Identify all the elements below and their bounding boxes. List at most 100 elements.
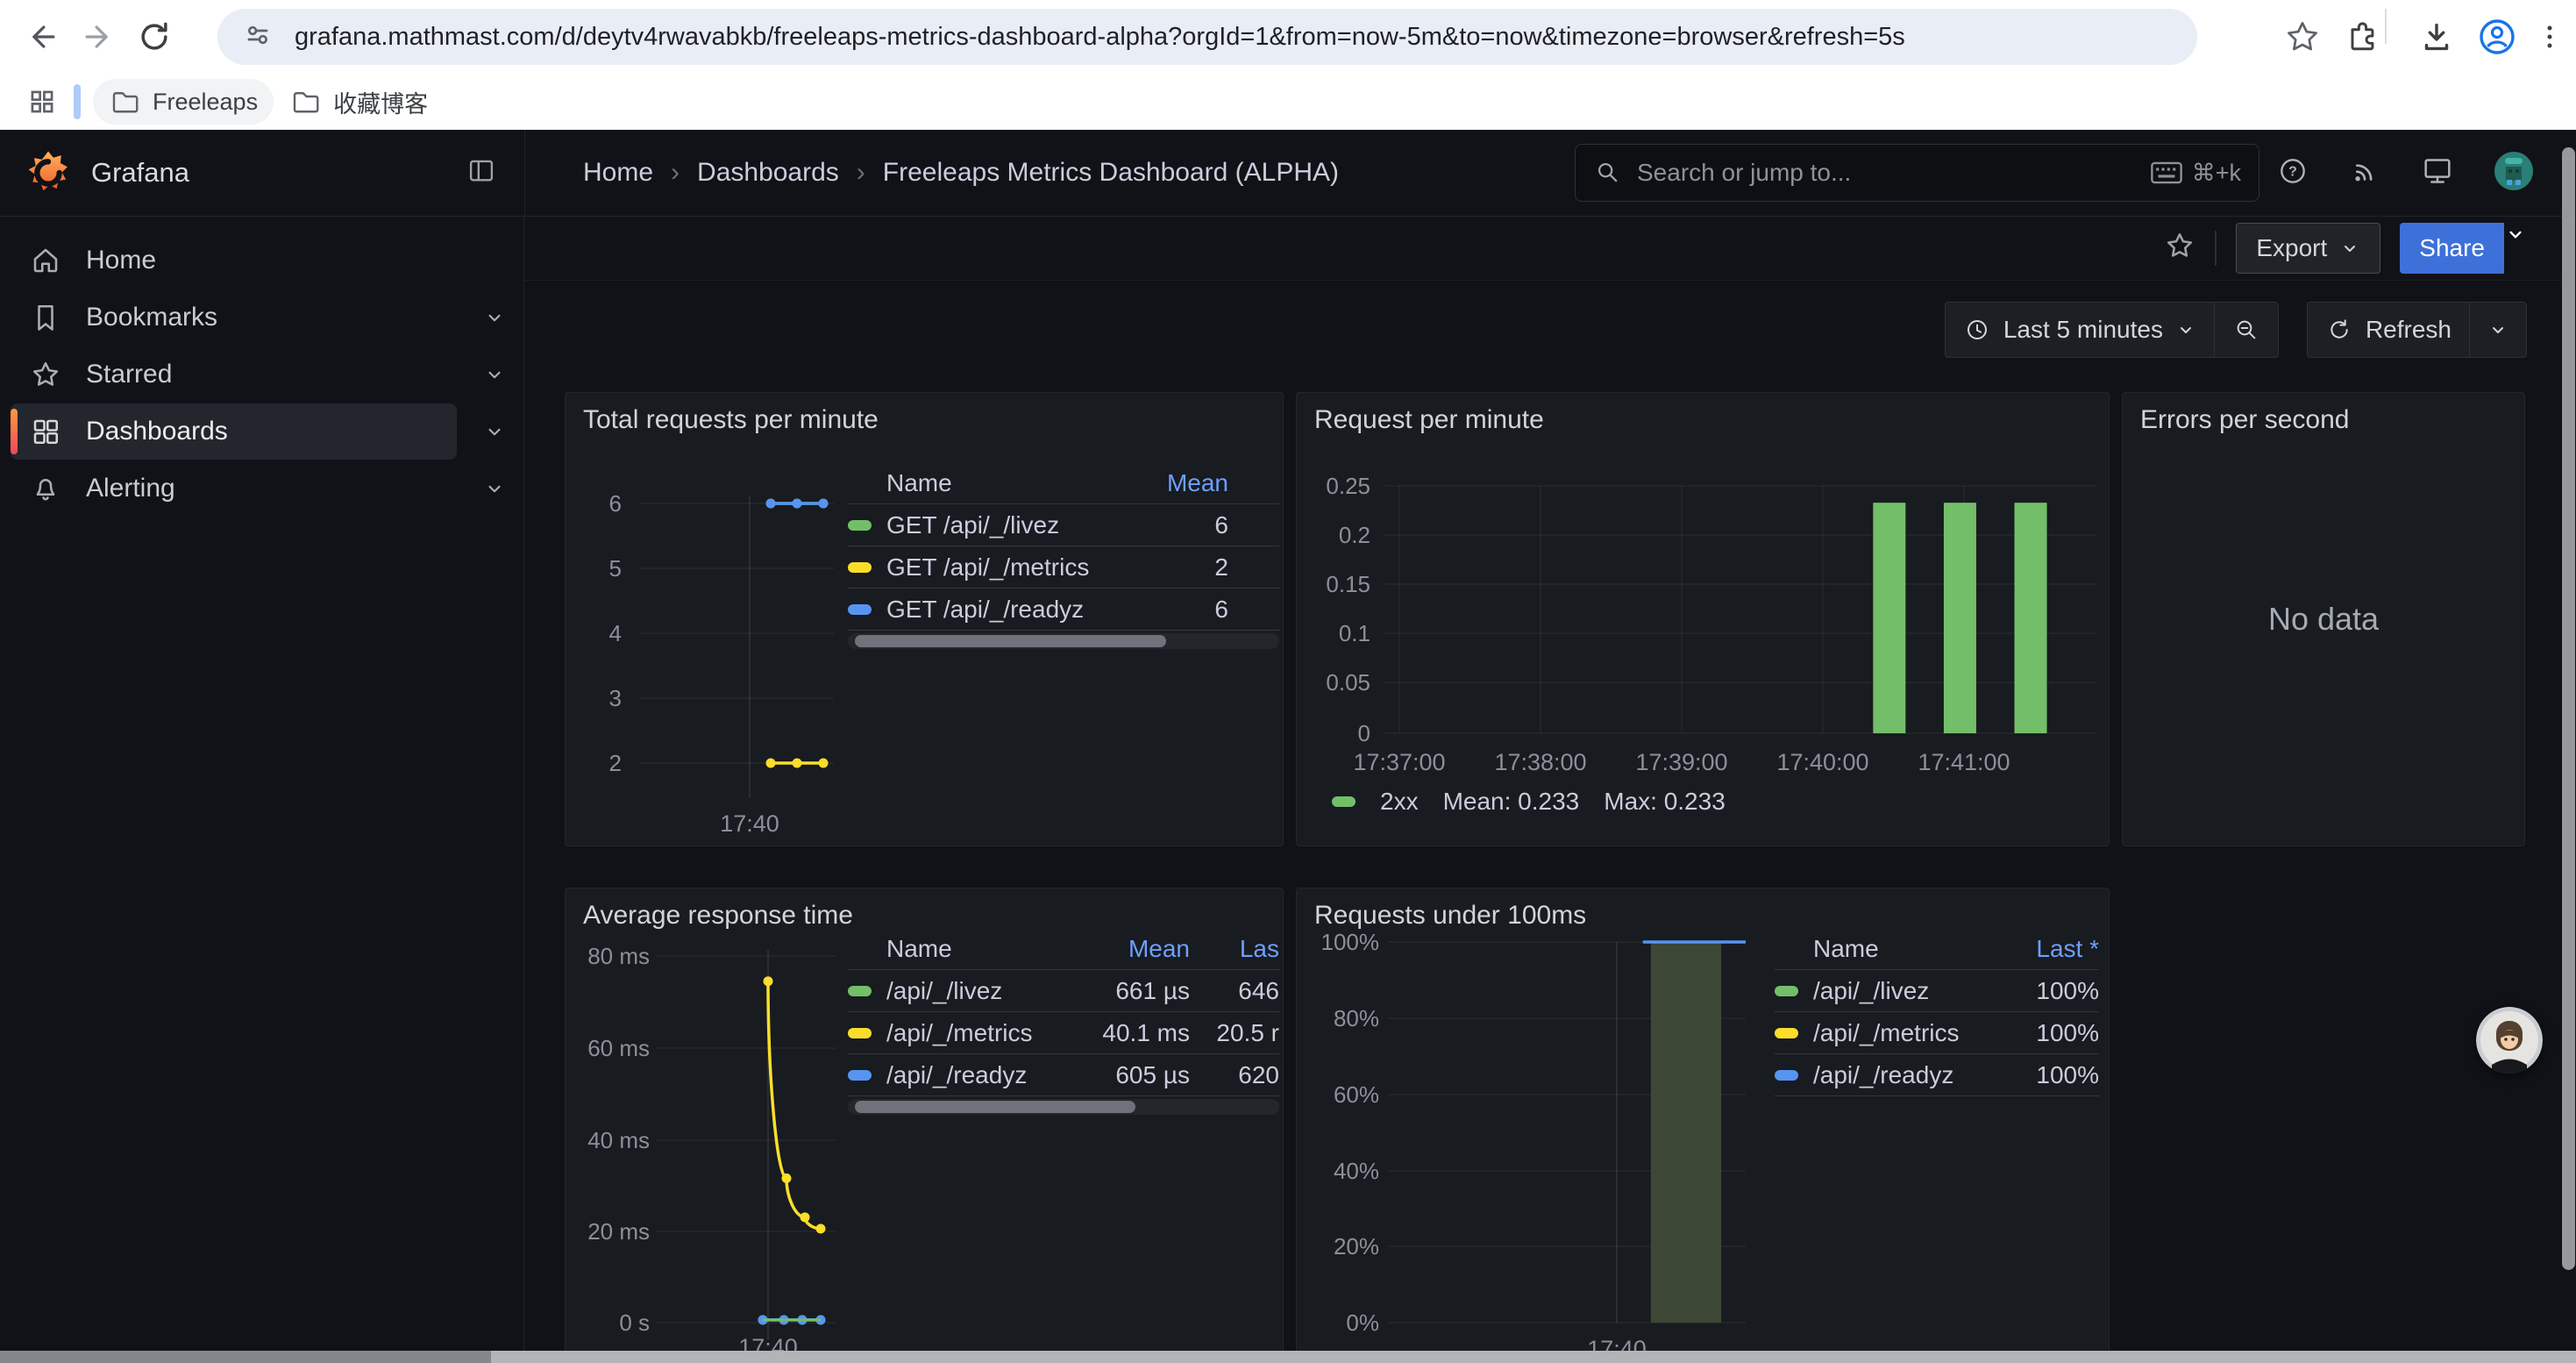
clock-icon xyxy=(1963,316,1991,344)
downloads-icon[interactable] xyxy=(2416,9,2457,65)
extensions-icon[interactable] xyxy=(2343,9,2381,65)
cell-value: 661 µs xyxy=(1062,977,1190,1005)
chevron-down-icon[interactable] xyxy=(466,477,523,500)
site-info-icon[interactable] xyxy=(240,18,275,57)
x-tick-label: 17:41:00 xyxy=(1918,749,2010,775)
refresh-interval-button[interactable] xyxy=(2469,303,2526,357)
cell-value: 100% xyxy=(1994,1061,2099,1089)
bookmark-folder-freeleaps[interactable]: Freeleaps xyxy=(93,79,274,125)
bookmark-folder-blogs[interactable]: 收藏博客 xyxy=(274,79,444,125)
column-header[interactable]: Mean xyxy=(1062,935,1190,963)
bookmark-star-icon[interactable] xyxy=(2283,9,2322,65)
favorite-star-icon[interactable] xyxy=(2164,230,2195,266)
table-row[interactable]: /api/_/readyz605 µs620 xyxy=(848,1054,1279,1096)
chevron-down-icon[interactable] xyxy=(466,306,523,329)
sidebar-item-dashboards[interactable]: Dashboards xyxy=(0,403,523,460)
table-row[interactable]: /api/_/livez100% xyxy=(1775,970,2099,1012)
column-header-name[interactable]: Name xyxy=(886,469,1097,497)
monitor-icon[interactable] xyxy=(2420,153,2455,193)
horizontal-scrollbar[interactable] xyxy=(0,1351,2576,1363)
x-tick-label: 17:37:00 xyxy=(1353,749,1445,775)
request-per-minute-chart[interactable]: 0.250.20.150.10.05017:37:0017:38:0017:39… xyxy=(1297,393,2110,846)
sidebar-item-label: Home xyxy=(86,246,156,275)
table-scrollbar[interactable] xyxy=(848,633,1279,649)
table-row[interactable]: /api/_/metrics100% xyxy=(1775,1012,2099,1054)
assistant-avatar[interactable] xyxy=(2476,1007,2543,1074)
legend-mean: Mean: 0.233 xyxy=(1443,788,1580,816)
export-label: Export xyxy=(2256,234,2327,262)
chrome-menu-icon[interactable] xyxy=(2532,9,2567,65)
breadcrumb-home[interactable]: Home xyxy=(583,158,653,188)
table-row[interactable]: GET /api/_/livez6 xyxy=(848,504,1279,546)
area-band xyxy=(1651,942,1721,1323)
sidebar-item-home[interactable]: Home xyxy=(0,232,523,289)
legend-table: NameLast */api/_/livez100%/api/_/metrics… xyxy=(1775,929,2099,1096)
vertical-scrollbar[interactable] xyxy=(2562,147,2575,1270)
column-header-name[interactable]: Name xyxy=(1813,935,1994,963)
chart-legend[interactable]: 2xx Mean: 0.233 Max: 0.233 xyxy=(1332,788,1726,816)
table-row[interactable]: /api/_/livez661 µs646 xyxy=(848,970,1279,1012)
column-header[interactable]: Mean xyxy=(1097,469,1228,497)
share-button[interactable]: Share xyxy=(2400,223,2504,274)
back-icon[interactable] xyxy=(14,9,70,65)
legend-max: Max: 0.233 xyxy=(1604,788,1726,816)
zoom-out-button[interactable] xyxy=(2214,303,2278,357)
url-input[interactable] xyxy=(293,22,1962,53)
series-name: /api/_/metrics xyxy=(886,1019,1062,1047)
chevron-down-icon[interactable] xyxy=(466,363,523,386)
user-avatar[interactable] xyxy=(2494,151,2534,196)
chevron-down-icon xyxy=(2487,319,2508,340)
toolbar-divider xyxy=(2385,9,2387,44)
help-icon[interactable]: ? xyxy=(2276,154,2309,192)
column-header-name[interactable]: Name xyxy=(886,935,1062,963)
bar xyxy=(1873,503,1905,733)
series-swatch xyxy=(848,1070,872,1081)
data-point xyxy=(764,976,773,986)
sidebar-item-alerting[interactable]: Alerting xyxy=(0,460,523,517)
cell-value: 20.5 r xyxy=(1202,1019,1279,1047)
column-header[interactable]: Last * xyxy=(1994,935,2099,963)
data-point xyxy=(766,759,776,768)
apps-grid-icon[interactable] xyxy=(18,77,67,126)
legend-swatch xyxy=(1332,796,1356,807)
y-tick-label: 0.05 xyxy=(1326,669,1370,696)
bookmark-icon xyxy=(30,302,61,333)
profile-icon[interactable] xyxy=(2476,9,2518,65)
data-point xyxy=(801,1212,810,1222)
series-name: /api/_/metrics xyxy=(1813,1019,1994,1047)
sidebar-item-bookmarks[interactable]: Bookmarks xyxy=(0,289,523,346)
column-header[interactable]: Las xyxy=(1202,935,1279,963)
sidebar-toggle-icon[interactable] xyxy=(465,154,498,192)
cell-value: 605 µs xyxy=(1062,1061,1190,1089)
y-tick-label: 20 ms xyxy=(587,1218,650,1245)
table-row[interactable]: GET /api/_/metrics2 xyxy=(848,546,1279,589)
svg-text:?: ? xyxy=(2288,164,2297,179)
breadcrumb: Home › Dashboards › Freeleaps Metrics Da… xyxy=(583,130,1339,216)
news-rss-icon[interactable] xyxy=(2348,154,2381,192)
chevron-down-icon xyxy=(2175,319,2196,340)
search-input[interactable] xyxy=(1635,158,2150,188)
table-row[interactable]: /api/_/metrics40.1 ms20.5 r xyxy=(848,1012,1279,1054)
forward-icon[interactable] xyxy=(70,9,126,65)
data-point xyxy=(793,759,802,768)
data-point xyxy=(782,1174,792,1183)
refresh-button[interactable]: Refresh xyxy=(2308,303,2469,357)
table-row[interactable]: /api/_/readyz100% xyxy=(1775,1054,2099,1096)
dashboard-actions: Export Share xyxy=(524,216,2576,281)
reload-icon[interactable] xyxy=(126,9,182,65)
grafana-logo-icon[interactable] xyxy=(25,149,72,196)
sidebar-item-starred[interactable]: Starred xyxy=(0,346,523,403)
search-box[interactable]: ⌘+k xyxy=(1575,144,2259,202)
table-row[interactable]: GET /api/_/readyz6 xyxy=(848,589,1279,631)
time-range-picker[interactable]: Last 5 minutes xyxy=(1946,303,2214,357)
chevron-down-icon[interactable] xyxy=(466,420,523,443)
table-scrollbar[interactable] xyxy=(848,1099,1279,1115)
search-icon xyxy=(1593,158,1623,188)
share-menu-button[interactable] xyxy=(2504,223,2527,274)
browser-toolbar xyxy=(0,0,2576,74)
breadcrumb-dashboards[interactable]: Dashboards xyxy=(697,158,839,188)
legend-series-name: 2xx xyxy=(1380,788,1419,816)
export-button[interactable]: Export xyxy=(2236,223,2380,274)
url-bar[interactable] xyxy=(217,9,2197,65)
x-tick-label: 17:38:00 xyxy=(1494,749,1586,775)
